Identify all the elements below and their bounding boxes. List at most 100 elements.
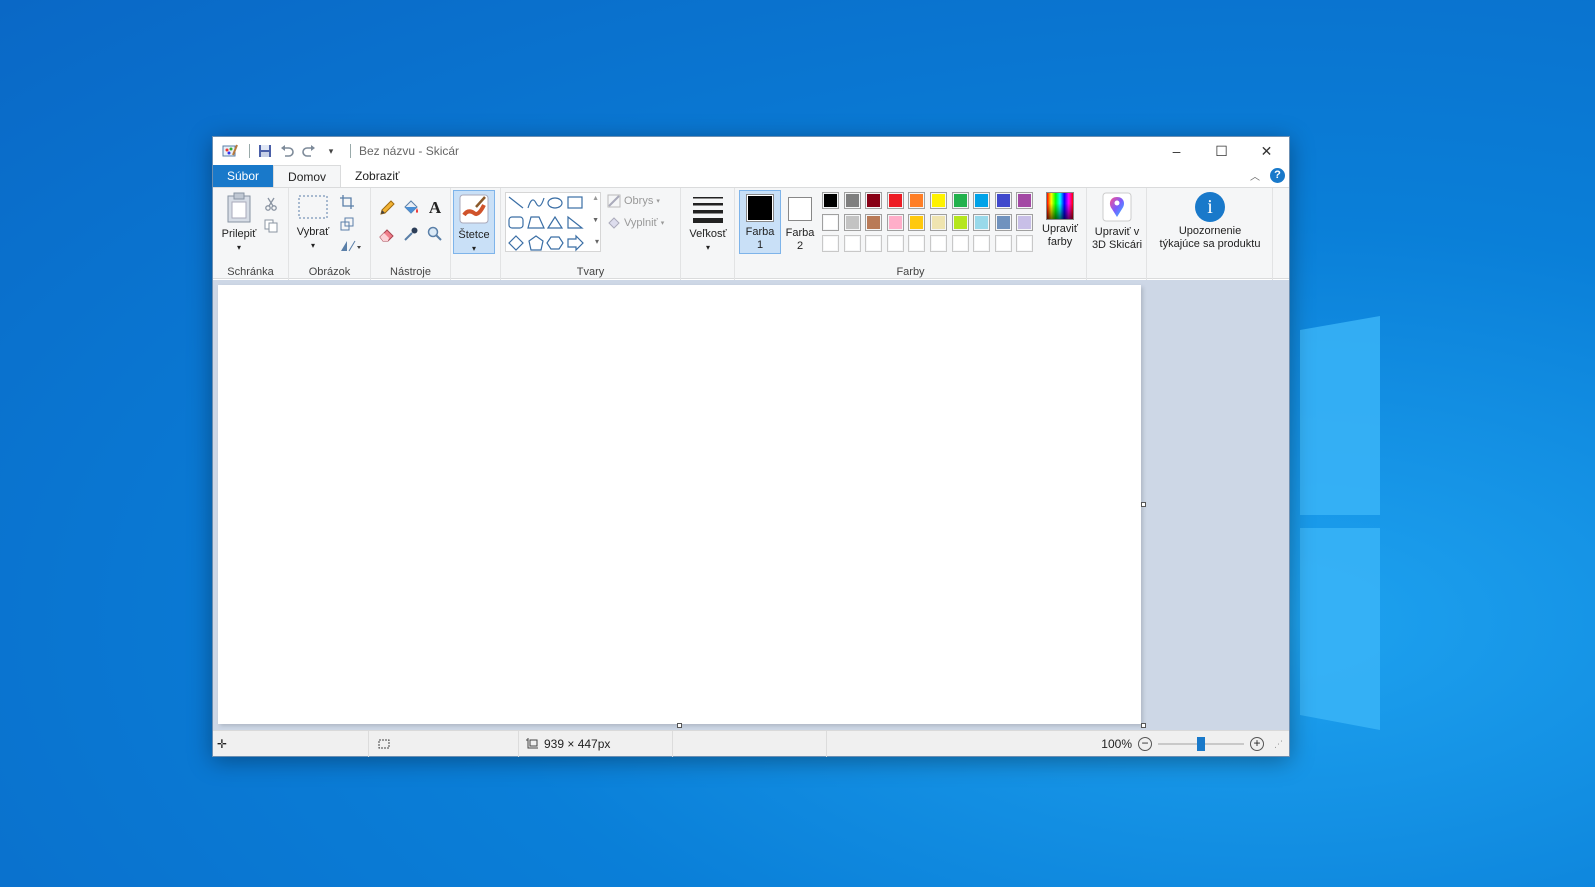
color-swatch[interactable] xyxy=(822,192,839,209)
image-size-text: 939 × 447px xyxy=(544,737,611,751)
expand-gallery-icon[interactable]: ▾ xyxy=(595,237,599,246)
color-swatch[interactable] xyxy=(886,235,904,252)
outline-button[interactable]: Obrys ▾ xyxy=(607,194,660,208)
shapes-gallery: ▲ ▼ ▾ xyxy=(505,192,601,252)
eraser-icon[interactable] xyxy=(377,224,397,244)
color-picker-icon[interactable] xyxy=(401,224,421,244)
color-swatch[interactable] xyxy=(1016,192,1034,209)
tools-group: A Nástroje xyxy=(371,188,451,280)
color-swatch[interactable] xyxy=(930,235,947,252)
scroll-down-icon[interactable]: ▼ xyxy=(592,217,599,224)
color-swatch[interactable] xyxy=(951,235,969,252)
copy-icon[interactable] xyxy=(261,216,281,236)
status-bar: ✛ 939 × 447px 100% − + ⋰ xyxy=(213,730,1289,757)
close-button[interactable]: ✕ xyxy=(1244,137,1289,165)
color1-button[interactable]: Farba 1 xyxy=(739,190,781,254)
color2-label-line2: 2 xyxy=(796,240,804,252)
tab-file[interactable]: Súbor xyxy=(213,165,274,187)
minimize-button[interactable]: – xyxy=(1154,137,1199,165)
colors-group: Farba 1 Farba 2 Upraviť farby Farby xyxy=(735,188,1087,280)
edit-in-paint3d-button[interactable]: Upraviť v 3D Skicári xyxy=(1089,192,1145,252)
crop-icon[interactable] xyxy=(337,192,357,212)
color-swatch[interactable] xyxy=(930,213,947,231)
customize-quick-access-icon[interactable]: ▾ xyxy=(322,142,340,160)
clipboard-group-label: Schránka xyxy=(227,266,274,278)
resize-icon[interactable] xyxy=(337,214,357,234)
color-swatch[interactable] xyxy=(908,235,926,252)
color-swatch[interactable] xyxy=(1016,235,1034,252)
zoom-slider-thumb[interactable] xyxy=(1197,737,1205,751)
size-button[interactable]: Veľkosť ▾ xyxy=(686,194,730,254)
color-swatch[interactable] xyxy=(908,192,926,209)
resize-grip-icon[interactable]: ⋰ xyxy=(1274,739,1283,750)
select-button[interactable]: Vybrať ▾ xyxy=(293,192,333,252)
product-notice-button[interactable]: i Upozornenie týkajúce sa produktu xyxy=(1151,192,1269,251)
color-swatch[interactable] xyxy=(822,235,839,252)
color-swatch[interactable] xyxy=(886,192,904,209)
color-swatch[interactable] xyxy=(994,235,1012,252)
help-icon[interactable]: ? xyxy=(1270,168,1285,183)
color-swatch[interactable] xyxy=(865,213,883,231)
color-swatch[interactable] xyxy=(843,235,861,252)
paint3d-group: Upraviť v 3D Skicári xyxy=(1087,188,1147,280)
color-swatch[interactable] xyxy=(908,213,926,231)
color-swatch[interactable] xyxy=(843,192,861,209)
save-icon[interactable] xyxy=(256,142,274,160)
brushes-button[interactable]: Štetce ▾ xyxy=(453,190,495,254)
color-swatch[interactable] xyxy=(930,192,947,209)
zoom-out-button[interactable]: − xyxy=(1138,737,1152,751)
resize-handle-right[interactable] xyxy=(1141,502,1146,507)
paste-button[interactable]: Prilepiť ▾ xyxy=(217,192,261,254)
drawing-canvas[interactable] xyxy=(218,285,1141,724)
color-swatch[interactable] xyxy=(822,213,839,231)
undo-icon[interactable] xyxy=(278,142,296,160)
color2-button[interactable]: Farba 2 xyxy=(783,190,817,254)
cut-icon[interactable] xyxy=(261,194,281,214)
color-swatch[interactable] xyxy=(865,235,883,252)
chevron-down-icon: ▾ xyxy=(705,243,710,252)
color-swatch[interactable] xyxy=(951,213,969,231)
tools-group-label: Nástroje xyxy=(390,266,431,278)
paint-app-icon[interactable] xyxy=(221,142,239,160)
zoom-in-button[interactable]: + xyxy=(1250,737,1264,751)
color-swatch[interactable] xyxy=(973,213,991,231)
outline-icon xyxy=(607,194,621,208)
color-swatch[interactable] xyxy=(951,192,969,209)
redo-icon[interactable] xyxy=(300,142,318,160)
edit-colors-label-line2: farby xyxy=(1047,236,1073,248)
size-group: Veľkosť ▾ xyxy=(681,188,735,280)
shapes-group: ▲ ▼ ▾ Obrys ▾ Vyplniť ▾ Tvary xyxy=(501,188,681,280)
collapse-ribbon-icon[interactable]: ︿ xyxy=(1250,168,1260,183)
color-swatch[interactable] xyxy=(865,192,883,209)
pencil-icon[interactable] xyxy=(377,198,397,218)
resize-handle-bottom[interactable] xyxy=(677,723,682,728)
title-bar: ▾ Bez názvu - Skicár – ☐ ✕ xyxy=(213,137,1289,165)
maximize-button[interactable]: ☐ xyxy=(1199,137,1244,165)
zoom-slider[interactable] xyxy=(1158,737,1244,751)
paint-window: ▾ Bez názvu - Skicár – ☐ ✕ Súbor Domov Z… xyxy=(212,136,1290,757)
resize-handle-corner[interactable] xyxy=(1141,723,1146,728)
edit-colors-button[interactable]: Upraviť farby xyxy=(1039,192,1081,249)
color-swatch[interactable] xyxy=(843,213,861,231)
fill-bucket-icon[interactable] xyxy=(401,198,421,218)
image-group-label: Obrázok xyxy=(308,266,351,278)
magnifier-icon[interactable] xyxy=(425,224,445,244)
color-swatch[interactable] xyxy=(994,192,1012,209)
canvas-area[interactable] xyxy=(213,280,1289,731)
tab-home[interactable]: Domov xyxy=(273,165,342,187)
line-size-icon xyxy=(693,197,723,223)
color-swatch[interactable] xyxy=(973,235,991,252)
rotate-icon[interactable] xyxy=(337,236,365,256)
fill-button[interactable]: Vyplniť ▾ xyxy=(607,216,664,230)
color-swatch[interactable] xyxy=(886,213,904,231)
fill-icon xyxy=(608,217,620,229)
scroll-up-icon[interactable]: ▲ xyxy=(592,195,599,202)
color-swatch[interactable] xyxy=(994,213,1012,231)
size-label: Veľkosť xyxy=(689,228,727,240)
tab-view[interactable]: Zobraziť xyxy=(341,165,414,187)
color-swatch[interactable] xyxy=(1016,213,1034,231)
image-size-cell: 939 × 447px xyxy=(519,731,673,757)
text-icon[interactable]: A xyxy=(425,198,445,218)
color-swatch[interactable] xyxy=(973,192,991,209)
rainbow-icon xyxy=(1046,192,1074,220)
